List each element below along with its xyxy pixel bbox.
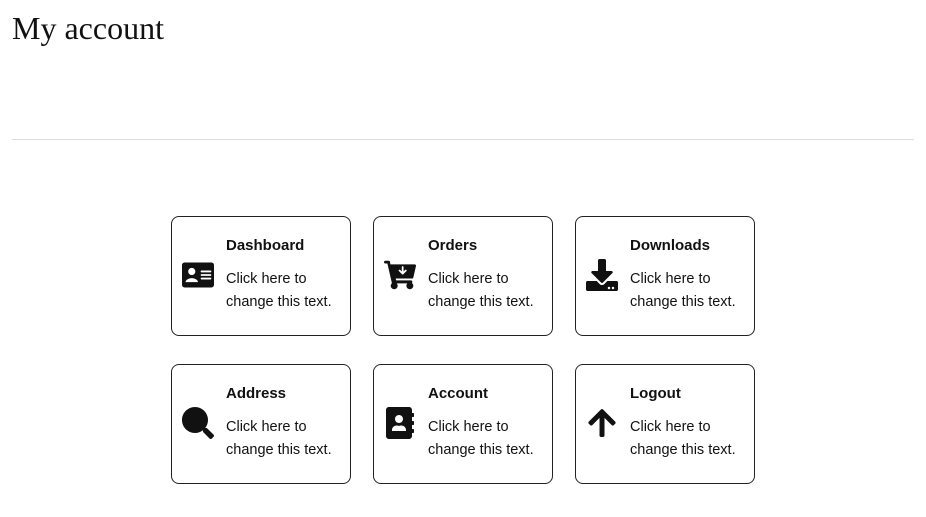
card-downloads[interactable]: Downloads Click here to change this text… (575, 216, 755, 336)
account-cards-grid: Dashboard Click here to change this text… (12, 216, 914, 484)
card-title: Downloads (630, 237, 742, 254)
arrow-up-icon (584, 405, 620, 441)
address-book-icon (382, 405, 418, 441)
id-card-icon (180, 257, 216, 293)
card-address[interactable]: Address Click here to change this text. (171, 364, 351, 484)
download-icon (584, 257, 620, 293)
card-dashboard[interactable]: Dashboard Click here to change this text… (171, 216, 351, 336)
card-desc: Click here to change this text. (630, 268, 742, 313)
card-desc: Click here to change this text. (226, 416, 338, 461)
card-logout[interactable]: Logout Click here to change this text. (575, 364, 755, 484)
card-account[interactable]: Account Click here to change this text. (373, 364, 553, 484)
card-title: Dashboard (226, 237, 338, 254)
card-title: Account (428, 385, 540, 402)
card-title: Logout (630, 385, 742, 402)
card-orders[interactable]: Orders Click here to change this text. (373, 216, 553, 336)
card-desc: Click here to change this text. (428, 268, 540, 313)
card-title: Address (226, 385, 338, 402)
cart-arrow-down-icon (382, 257, 418, 293)
card-title: Orders (428, 237, 540, 254)
page-title: My account (12, 10, 914, 47)
card-desc: Click here to change this text. (630, 416, 742, 461)
card-desc: Click here to change this text. (428, 416, 540, 461)
search-location-icon (180, 405, 216, 441)
divider (12, 139, 914, 140)
card-desc: Click here to change this text. (226, 268, 338, 313)
